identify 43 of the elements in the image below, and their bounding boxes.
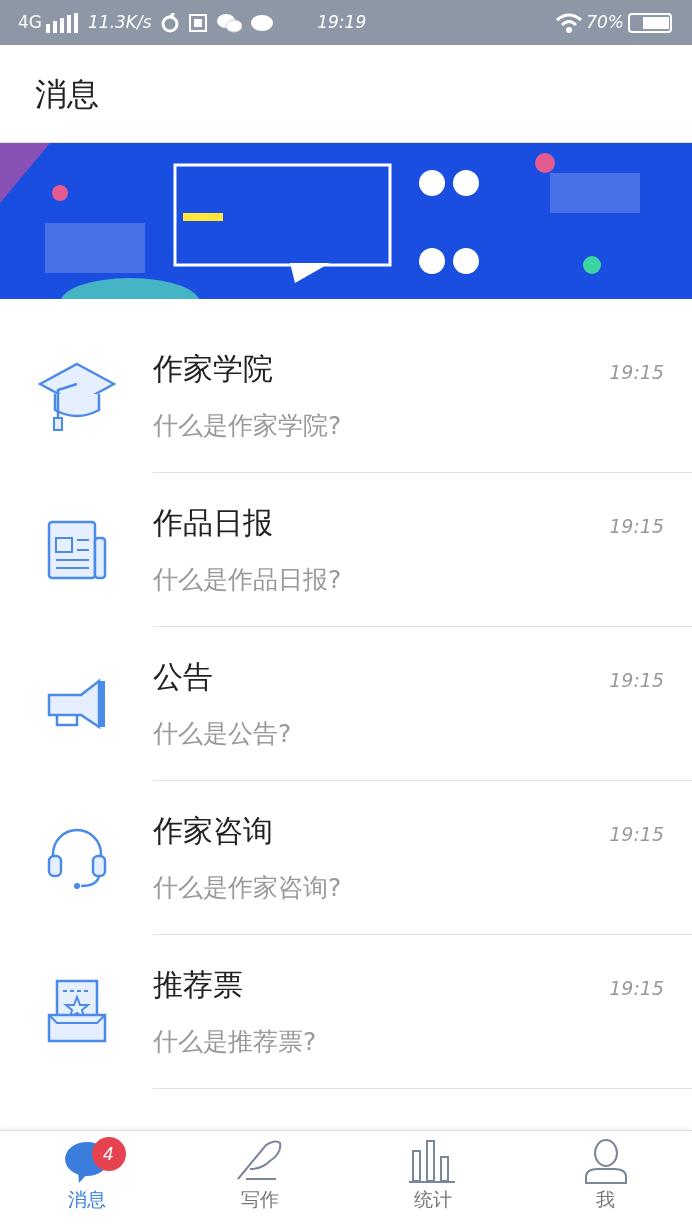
message-icon <box>249 12 274 33</box>
speed-label: 11.3K/s <box>88 10 152 34</box>
tab-bar-item[interactable]: 统计 <box>346 1131 519 1230</box>
message-time: 19:15 <box>609 514 664 540</box>
message-preview: 什么是公告? <box>153 718 293 751</box>
message-title: 作家咨询 <box>153 812 273 851</box>
tab-bar-item[interactable]: 写作 <box>173 1131 346 1230</box>
app-icon <box>187 12 208 33</box>
message-title: 推荐票 <box>153 966 243 1005</box>
message-row[interactable]: 作家咨询 19:15 什么是作家咨询? <box>0 781 692 935</box>
message-row[interactable]: 推荐票 19:15 什么是推荐票? <box>0 935 692 1089</box>
ticket-icon <box>46 979 107 1045</box>
message-row[interactable]: 公告 19:15 什么是公告? <box>0 627 692 781</box>
message-time: 19:15 <box>609 668 664 694</box>
message-title: 作家学院 <box>153 350 273 389</box>
tab-bar-item[interactable]: 消息 4 <box>0 1131 173 1230</box>
page-title: 消息 <box>35 73 99 115</box>
signal-icon <box>46 12 80 33</box>
chat-app-icon <box>215 11 242 34</box>
battery-icon <box>628 11 674 34</box>
network-label: 4G <box>18 10 42 34</box>
message-row[interactable]: 作品日报 19:15 什么是作品日报? <box>0 473 692 627</box>
message-preview: 什么是作家学院? <box>153 410 343 443</box>
message-row[interactable]: 作家学院 19:15 什么是作家学院? <box>0 319 692 473</box>
megaphone-icon <box>46 677 107 731</box>
message-preview: 什么是作品日报? <box>153 564 343 597</box>
graduation-cap-icon <box>37 360 116 432</box>
message-preview: 什么是推荐票? <box>153 1026 318 1059</box>
tab-bar-item[interactable]: 我 <box>519 1131 692 1230</box>
message-time: 19:15 <box>609 976 664 1002</box>
spiral-icon <box>159 12 180 33</box>
headset-icon <box>46 826 107 890</box>
newspaper-icon <box>46 520 107 580</box>
message-title: 作品日报 <box>153 504 273 543</box>
message-time: 19:15 <box>609 360 664 386</box>
message-preview: 什么是作家咨询? <box>153 872 343 905</box>
message-title: 公告 <box>153 658 213 697</box>
clock: 19:19 <box>317 10 367 34</box>
message-time: 19:15 <box>609 822 664 848</box>
notification-count: 4 <box>91 1137 126 1171</box>
wifi-icon <box>556 12 583 33</box>
bar-chart-icon <box>408 1139 457 1185</box>
battery-percent: 70% <box>586 10 624 34</box>
